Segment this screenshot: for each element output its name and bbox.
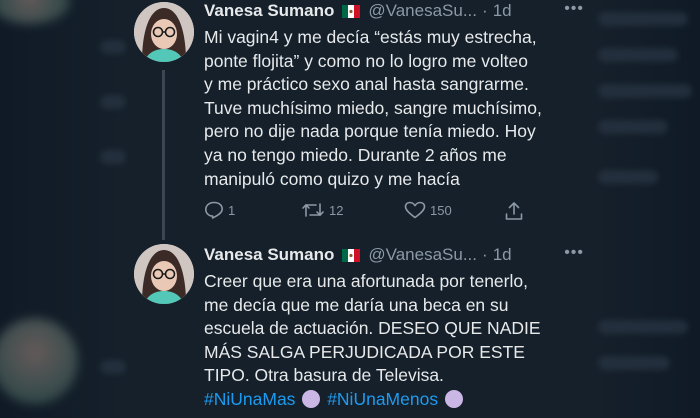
hashtag-line: #NiUnaMas #NiUnaMenos [204, 388, 588, 412]
mexico-flag-icon [342, 248, 361, 262]
tweet-text: Mi vagin4 y me decía “estás muy estrecha… [204, 26, 588, 191]
reply-icon [205, 201, 223, 219]
hashtag-niunamas[interactable]: #NiUnaMas [204, 389, 295, 409]
blurred-text [598, 12, 688, 26]
avatar-photo [134, 244, 194, 304]
like-icon [404, 201, 426, 219]
more-icon[interactable]: ••• [564, 0, 584, 18]
mexico-flag-icon [342, 4, 361, 18]
avatar[interactable] [134, 2, 194, 62]
timeline: Vanesa Sumano @VanesaSu... · 1d ••• Mi v… [128, 0, 592, 418]
blurred-avatar [0, 0, 70, 24]
tweet-text-line: manipuló como quizo y me hacía [204, 168, 460, 189]
reply-button[interactable]: 1 [204, 201, 235, 219]
like-count: 150 [430, 202, 452, 218]
tweet-header: Vanesa Sumano @VanesaSu... · 1d [204, 244, 512, 266]
hashtag-niunamenos[interactable]: #NiUnaMenos [327, 389, 438, 409]
blurred-text [598, 48, 678, 62]
blurred-avatar [0, 318, 78, 404]
purple-heart-emoji [302, 389, 321, 408]
blurred-text [598, 170, 658, 184]
blurred-text [100, 95, 126, 109]
share-button[interactable] [504, 201, 528, 221]
avatar[interactable] [134, 244, 194, 304]
author-handle[interactable]: @VanesaSu... [368, 1, 477, 21]
tweet-text-line: y me práctico sexo anal hasta sangrarme. [204, 74, 529, 95]
avatar-photo [134, 2, 194, 62]
tweet-text-line: Mi vagin4 y me decía “estás muy estrecha… [204, 27, 537, 47]
blurred-text [598, 120, 668, 134]
tweet-text-line: pero no dije nada porque tenía miedo. Ho… [204, 121, 536, 142]
separator-dot: · [482, 245, 488, 264]
retweet-count: 12 [329, 202, 344, 218]
reply-count: 1 [228, 202, 236, 218]
blurred-text [100, 360, 126, 374]
blurred-text [598, 84, 692, 98]
tweet-text-line: Tuve muchísimo miedo, sangre muchísimo, [204, 97, 542, 118]
purple-heart-emoji [444, 389, 463, 408]
blurred-text [598, 320, 688, 334]
tweet-text: Creer que era una afortunada por tenerlo… [204, 270, 588, 412]
tweet-text-line: TIPO. Otra basura de Televisa. [204, 365, 444, 386]
timestamp[interactable]: 1d [493, 1, 512, 21]
retweet-button[interactable]: 12 [301, 201, 343, 219]
blurred-text [100, 150, 126, 164]
blurred-text [598, 356, 670, 370]
tweet-text-line: MÁS SALGA PERJUDICADA POR ESTE [204, 341, 525, 362]
timestamp[interactable]: 1d [493, 245, 512, 265]
blurred-background-right [592, 0, 700, 418]
author-handle[interactable]: @VanesaSu... [368, 245, 477, 265]
tweet-header: Vanesa Sumano @VanesaSu... · 1d [204, 0, 512, 22]
tweet-text-line: ya no tengo miedo. Durante 2 años me [204, 144, 507, 165]
share-icon [505, 202, 523, 220]
tweet-actions: 1 12 150 [204, 201, 534, 223]
thread-line [162, 70, 165, 240]
tweet-text-line: me decía que me daría una beca en su [204, 294, 509, 315]
blurred-text [100, 40, 126, 54]
author-name[interactable]: Vanesa Sumano [204, 1, 334, 21]
blurred-background-left [0, 0, 128, 418]
like-button[interactable]: 150 [404, 201, 452, 219]
tweet-text-line: ponte flojita” y como no lo logro me vol… [204, 50, 528, 71]
tweet-text-line: escuela de actuación. DESEO QUE NADIE [204, 318, 541, 339]
tweet-text-line: Creer que era una afortunada por tenerlo… [204, 271, 528, 291]
separator-dot: · [482, 1, 488, 20]
retweet-icon [302, 203, 324, 217]
more-icon[interactable]: ••• [564, 244, 584, 262]
author-name[interactable]: Vanesa Sumano [204, 245, 334, 265]
